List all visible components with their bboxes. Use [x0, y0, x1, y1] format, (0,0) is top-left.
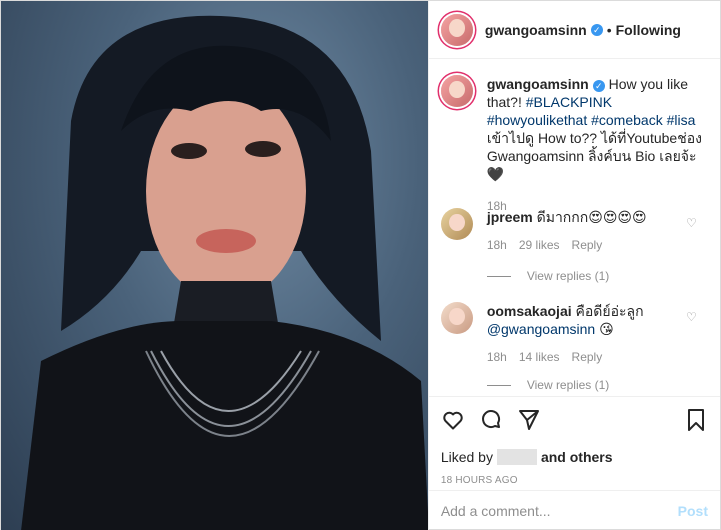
replies-line	[486, 275, 511, 277]
add-comment-bar: Add a comment... Post	[428, 490, 720, 530]
reply-button[interactable]: Reply	[572, 236, 603, 254]
post-timestamp[interactable]: 18 HOURS AGO	[441, 475, 708, 486]
post-button[interactable]: Post	[678, 503, 708, 519]
instagram-post: gwangoamsinn ✓ • Following gwangoamsinn ✓…	[0, 0, 721, 530]
add-comment-input[interactable]: Add a comment...	[441, 503, 551, 519]
view-replies[interactable]: View replies (1)	[486, 269, 609, 283]
comment-text: jpreem ดีมากกก😍😍😍😍 18h 29 likes Reply	[487, 208, 708, 254]
following-button[interactable]: Following	[616, 22, 681, 38]
comment-icon[interactable]	[479, 408, 503, 435]
replies-line	[486, 384, 511, 386]
caption: gwangoamsinn ✓ How you like that?! #BLACK…	[429, 75, 720, 215]
comment-likes[interactable]: 14 likes	[519, 348, 560, 366]
post-actions: Liked by and others 18 HOURS AGO	[428, 396, 720, 486]
author-avatar[interactable]	[440, 13, 473, 46]
comment: oomsakaojai คือดีย์อ่ะลูก @gwangoamsinn …	[429, 302, 720, 366]
hashtag-blackpink[interactable]: #BLACKPINK	[526, 94, 612, 110]
post-header: gwangoamsinn ✓ • Following	[428, 1, 720, 59]
portrait-image	[21, 15, 428, 530]
liked-by-others[interactable]: and others	[541, 449, 613, 465]
comment-body: ดีมากกก😍😍😍😍	[536, 209, 647, 225]
comment-emoji: 😘	[599, 321, 614, 337]
comment-like-icon[interactable]: ♡	[686, 216, 698, 230]
hashtag-comeback[interactable]: #comeback	[591, 112, 663, 128]
caption-avatar[interactable]	[440, 75, 473, 107]
caption-text: gwangoamsinn ✓ How you like that?! #BLACK…	[487, 75, 708, 215]
comment: jpreem ดีมากกก😍😍😍😍 18h 29 likes Reply ♡	[429, 208, 720, 254]
comment-username[interactable]: oomsakaojai	[487, 303, 572, 319]
liked-by-user-redacted[interactable]	[496, 449, 537, 465]
post-side-panel: gwangoamsinn ✓ • Following gwangoamsinn ✓…	[427, 1, 720, 530]
view-replies-label[interactable]: View replies (1)	[527, 378, 609, 392]
comment-likes[interactable]: 29 likes	[519, 236, 560, 254]
comment-body: คือดีย์อ่ะลูก	[575, 303, 644, 319]
comment-username[interactable]: jpreem	[487, 209, 533, 225]
liked-by-prefix: Liked by	[440, 449, 493, 465]
caption-text-2: เข้าไปดู How to?? ได้ที่Youtubeช่อง Gwan…	[486, 130, 702, 182]
comment-text: oomsakaojai คือดีย์อ่ะลูก @gwangoamsinn …	[487, 302, 708, 366]
liked-by: Liked by and others	[441, 449, 708, 465]
action-icons	[441, 407, 708, 435]
hashtag-lisa[interactable]: #lisa	[667, 112, 696, 128]
heart-icon[interactable]	[441, 408, 465, 435]
hashtag-howyoulikethat[interactable]: #howyoulikethat	[487, 112, 587, 128]
comment-meta: 18h 29 likes Reply	[487, 236, 708, 254]
share-icon[interactable]	[517, 408, 541, 435]
comment-avatar[interactable]	[440, 302, 473, 334]
post-photo[interactable]	[1, 1, 428, 530]
comment-mention[interactable]: @gwangoamsinn	[487, 321, 595, 337]
reply-button[interactable]: Reply	[572, 348, 603, 366]
bookmark-icon[interactable]	[684, 408, 708, 435]
verified-badge-icon: ✓	[592, 80, 605, 92]
comment-like-icon[interactable]: ♡	[686, 310, 698, 324]
verified-badge-icon: ✓	[590, 23, 603, 36]
comment-meta: 18h 14 likes Reply	[487, 348, 708, 366]
caption-username[interactable]: gwangoamsinn	[487, 76, 589, 92]
separator-dot: •	[606, 21, 612, 38]
comment-avatar[interactable]	[440, 208, 473, 240]
view-replies[interactable]: View replies (1)	[486, 378, 609, 392]
author-username[interactable]: gwangoamsinn	[485, 22, 587, 38]
comment-time[interactable]: 18h	[487, 348, 507, 366]
comment-time[interactable]: 18h	[487, 236, 507, 254]
view-replies-label[interactable]: View replies (1)	[527, 269, 609, 283]
